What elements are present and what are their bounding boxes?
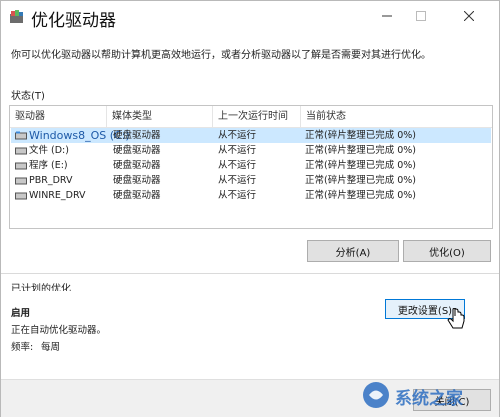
drive-row[interactable]: Windows8_OS (C:) 硬盘驱动器 从不运行 正常(碎片整理已完成 0… [11,128,491,143]
window-title: 优化驱动器 [31,11,116,31]
close-window-button[interactable] [446,1,491,31]
drive-name: PBR_DRV [29,175,73,186]
hard-drive-icon [15,147,27,155]
drive-media-type: 硬盘驱动器 [113,175,161,186]
drive-last-run: 从不运行 [218,190,257,201]
section-divider [1,273,499,274]
watermark-text: 系统之家 [395,389,463,409]
drive-current-status: 正常(碎片整理已完成 0%) [305,160,417,171]
column-header-current-status[interactable]: 当前状态 [301,106,492,128]
drive-last-run: 从不运行 [218,145,257,156]
drive-last-run: 从不运行 [218,130,257,141]
drive-last-run: 从不运行 [218,160,257,171]
hard-drive-icon [15,192,27,200]
hard-drive-icon [15,162,27,170]
drive-name: 程序 (E:) [29,160,68,171]
minimize-icon [381,15,392,17]
schedule-frequency-label: 频率: [11,342,34,353]
schedule-state: 启用 [11,308,31,319]
drive-row[interactable]: PBR_DRV 硬盘驱动器 从不运行 正常(碎片整理已完成 0%) [11,173,491,188]
drive-row[interactable]: 文件 (D:) 硬盘驱动器 从不运行 正常(碎片整理已完成 0%) [11,143,491,158]
schedule-status-text: 正在自动优化驱动器。 [11,325,107,336]
maximize-icon [415,11,426,21]
drive-media-type: 硬盘驱动器 [113,160,161,171]
drive-name: 文件 (D:) [29,145,69,156]
drive-media-type: 硬盘驱动器 [113,130,161,141]
status-label: 状态(T) [11,91,45,102]
drive-media-type: 硬盘驱动器 [113,145,161,156]
title-bar[interactable]: 优化驱动器 [1,1,499,35]
drive-current-status: 正常(碎片整理已完成 0%) [305,175,417,186]
scheduled-optimization-panel: 启用 正在自动优化驱动器。 频率: 每周 更改设置(S) [1,291,499,381]
window-description: 你可以优化驱动器以帮助计算机更高效地运行，或者分析驱动器以了解是否需要对其进行优… [11,50,431,61]
optimize-drives-window: 优化驱动器 你可以优化驱动器以帮助计算机更高效地运行，或者分析驱动器以了解是否需… [0,0,500,417]
maximize-button[interactable] [398,1,443,31]
drive-list-header: 驱动器 媒体类型 上一次运行时间 当前状态 [10,106,492,128]
defrag-app-icon [10,10,23,23]
site-watermark: 系统之家 [361,378,491,412]
drive-current-status: 正常(碎片整理已完成 0%) [305,130,417,141]
hand-pointer-icon [447,308,465,329]
drive-media-type: 硬盘驱动器 [113,190,161,201]
drive-last-run: 从不运行 [218,175,257,186]
analyze-button[interactable]: 分析(A) [307,240,399,262]
drive-current-status: 正常(碎片整理已完成 0%) [305,145,417,156]
column-header-media-type[interactable]: 媒体类型 [107,106,213,128]
column-header-drive[interactable]: 驱动器 [10,106,107,128]
watermark-logo-icon [363,382,389,408]
column-header-last-run[interactable]: 上一次运行时间 [213,106,301,128]
drive-name: WINRE_DRV [29,190,86,201]
hard-drive-icon [15,177,27,185]
schedule-frequency-value: 每周 [41,342,61,353]
drive-current-status: 正常(碎片整理已完成 0%) [305,190,417,201]
drive-list[interactable]: 驱动器 媒体类型 上一次运行时间 当前状态 Windows8_OS (C:) 硬… [9,105,493,229]
hard-drive-icon [15,131,27,140]
close-icon [463,11,474,21]
optimize-button[interactable]: 优化(O) [403,240,491,262]
drive-row[interactable]: 程序 (E:) 硬盘驱动器 从不运行 正常(碎片整理已完成 0%) [11,158,491,173]
drive-row[interactable]: WINRE_DRV 硬盘驱动器 从不运行 正常(碎片整理已完成 0%) [11,188,491,203]
